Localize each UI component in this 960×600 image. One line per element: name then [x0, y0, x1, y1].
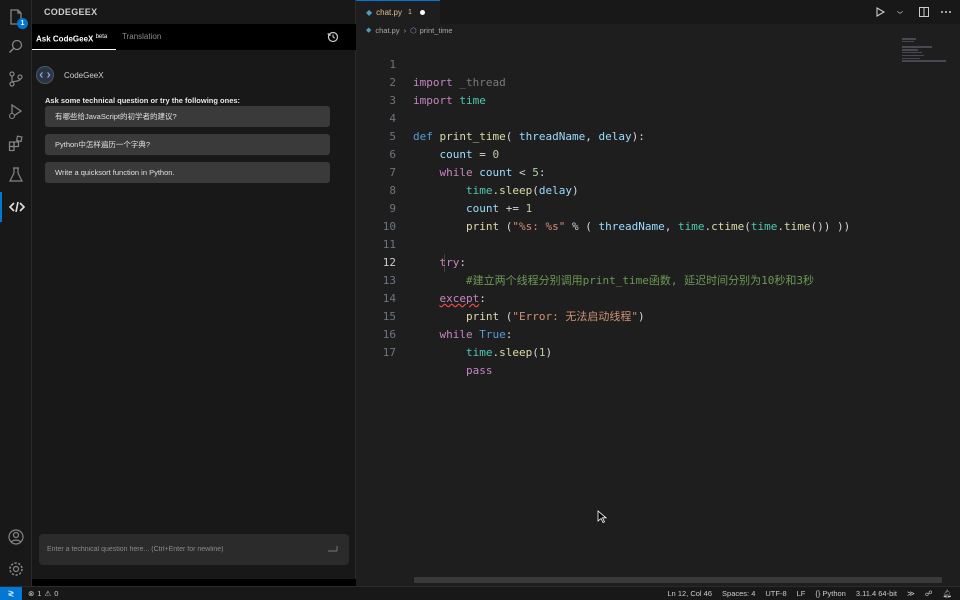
notifications-bell-icon[interactable]: 🔔︎	[942, 587, 952, 600]
minimap[interactable]	[902, 38, 952, 68]
code-line: 13 except:	[356, 254, 896, 305]
code-line: 8 count += 1	[356, 164, 896, 215]
python-file-icon: ◆	[366, 27, 372, 34]
language-label: Python	[822, 589, 846, 598]
remote-indicator-icon[interactable]: ≷	[0, 587, 22, 600]
code-line: 4 def print_time( threadName, delay):	[356, 92, 896, 143]
breadcrumb-symbol[interactable]: print_time	[420, 24, 453, 38]
suggestion-item[interactable]: 有哪些给JavaScript的初学者的建议?	[45, 106, 330, 127]
testing-icon[interactable]	[0, 160, 32, 190]
code-line: 10	[356, 200, 896, 233]
python-file-icon: ◆	[366, 8, 373, 17]
run-debug-icon[interactable]	[0, 96, 32, 126]
codegeex-avatar	[36, 66, 54, 84]
error-count: 1	[37, 589, 42, 598]
mouse-pointer-icon	[597, 510, 607, 524]
search-icon[interactable]	[0, 32, 32, 62]
status-right: Ln 12, Col 46 Spaces: 4 UTF-8 LF {} Pyth…	[667, 587, 952, 600]
breadcrumb-separator-icon: ›	[403, 26, 407, 35]
code-line: 11 try:	[356, 218, 896, 269]
run-icon[interactable]	[874, 5, 886, 17]
codegeex-icon[interactable]	[0, 192, 32, 222]
tab-problem-count: 1	[407, 9, 412, 16]
beta-label: beta	[95, 34, 108, 40]
split-editor-icon[interactable]	[918, 5, 930, 17]
warning-count: 0	[54, 589, 59, 598]
status-bar: ≷ ⊗ 1 ⚠ 0 Ln 12, Col 46 Spaces: 4 UTF-8 …	[0, 586, 960, 600]
tab-chat-py[interactable]: ◆ chat.py 1	[356, 0, 440, 24]
panel-footer	[32, 579, 356, 586]
code-editor[interactable]: 1 import _thread 2 import time 3 4 def p…	[356, 38, 960, 574]
line-content: time.sleep(1)	[465, 346, 553, 359]
indentation[interactable]: Spaces: 4	[722, 587, 755, 600]
code-line-current: 12 #建立两个线程分别调用print_time函数, 延迟时间分别为10秒和3…	[356, 236, 896, 287]
function-symbol-icon: ⬡	[410, 26, 417, 35]
tab-translation[interactable]: Translation	[122, 24, 161, 50]
breadcrumb-file[interactable]: chat.py	[375, 24, 399, 38]
problems-indicator[interactable]: ⊗ 1 ⚠ 0	[28, 587, 58, 600]
editor-tab-bar: ◆ chat.py 1	[356, 0, 960, 24]
code-line: 17 pass	[356, 326, 896, 377]
feedback-icon[interactable]: ☍	[925, 587, 933, 600]
suggestion-item[interactable]: Python中怎样遍历一个字典?	[45, 134, 330, 155]
send-icon[interactable]	[327, 545, 339, 555]
codegeex-status-icon[interactable]: ≫	[907, 587, 915, 600]
code-line: 2 import time	[356, 56, 896, 107]
history-icon[interactable]	[326, 30, 340, 44]
breadcrumb: ◆ chat.py › ⬡ print_time	[356, 24, 960, 38]
code-line: 15 while True:	[356, 290, 896, 341]
editor-actions	[874, 5, 952, 17]
files-icon[interactable]: 1	[0, 2, 32, 32]
bot-header: CodeGeeX	[36, 66, 104, 84]
horizontal-scrollbar[interactable]	[414, 577, 942, 583]
end-of-line[interactable]: LF	[797, 587, 806, 600]
python-interpreter[interactable]: 3.11.4 64-bit	[856, 587, 897, 600]
language-mode[interactable]: {} Python	[815, 587, 845, 600]
code-line: 3	[356, 74, 896, 107]
explorer-badge: 1	[17, 18, 28, 29]
warning-icon: ⚠	[44, 589, 52, 598]
line-number: 17	[382, 346, 396, 359]
tab-ask-label: Ask CodeGeeX	[36, 34, 94, 44]
braces-icon: {}	[815, 589, 821, 598]
question-input-container	[39, 534, 349, 565]
suggestion-prompt: Ask some technical question or try the f…	[45, 96, 241, 105]
code-line: 16 time.sleep(1)	[356, 308, 896, 359]
unsaved-dot-icon[interactable]	[419, 10, 425, 15]
question-input[interactable]	[39, 534, 319, 565]
bot-name: CodeGeeX	[64, 70, 104, 80]
code-line: 14 print ("Error: 无法启动线程")	[356, 272, 896, 323]
code-line: 7 time.sleep(delay)	[356, 146, 896, 197]
panel-tabbar: Ask CodeGeeX beta Translation	[32, 24, 356, 50]
extensions-icon[interactable]	[0, 128, 32, 158]
encoding[interactable]: UTF-8	[765, 587, 786, 600]
codegeex-panel: CODEGEEX Ask CodeGeeX beta Translation C…	[32, 0, 356, 586]
code-line: 1 import _thread	[356, 38, 896, 89]
source-control-icon[interactable]	[0, 64, 32, 94]
tab-filename: chat.py	[376, 8, 402, 17]
activity-bar: 1	[0, 0, 32, 586]
tab-ask-codegeex[interactable]: Ask CodeGeeX beta	[32, 24, 116, 50]
suggestion-item[interactable]: Write a quicksort function in Python.	[45, 162, 330, 183]
code-line: 5 count = 0	[356, 110, 896, 161]
code-line: 9 print ("%s: %s" % ( threadName, time.c…	[356, 182, 896, 233]
line-content: pass	[465, 364, 493, 377]
more-actions-icon[interactable]	[940, 5, 952, 17]
code-line: 6 while count < 5:	[356, 128, 896, 179]
cursor-position[interactable]: Ln 12, Col 46	[667, 587, 712, 600]
error-icon: ⊗	[28, 589, 35, 598]
settings-gear-icon[interactable]	[0, 554, 32, 584]
account-icon[interactable]	[0, 522, 32, 552]
panel-title: CODEGEEX	[44, 7, 98, 17]
chevron-down-icon[interactable]	[896, 5, 908, 17]
